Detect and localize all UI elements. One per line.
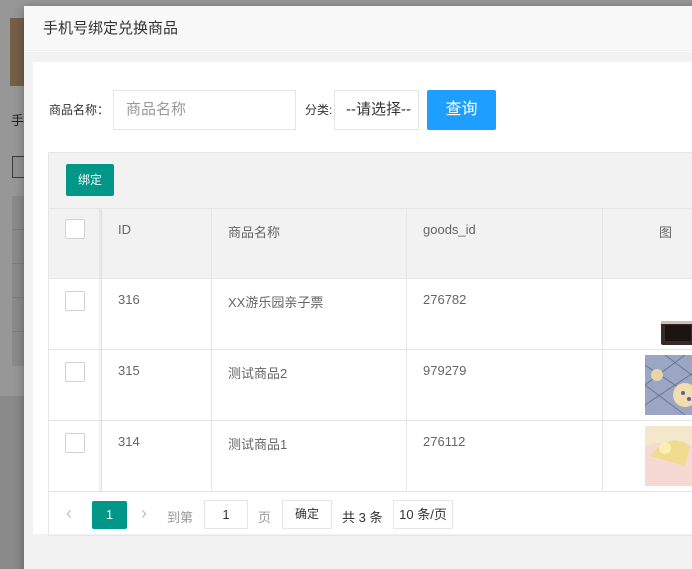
cell-goods-id: 979279 [407, 350, 603, 420]
header-id: ID [102, 209, 212, 278]
header-goods-name: 商品名称 [212, 209, 407, 278]
cell-goods-name: 测试商品1 [212, 421, 407, 491]
goto-confirm-button[interactable]: 确定 [282, 500, 332, 529]
cell-id: 315 [102, 350, 212, 420]
table-row[interactable]: 315 测试商品2 979279 [49, 350, 692, 421]
cell-goods-name: 测试商品2 [212, 350, 407, 420]
table-row[interactable]: 314 测试商品1 276112 [49, 421, 692, 492]
table-grid: ID 商品名称 goods_id 图 316 XX游乐园亲子票 276782 3… [49, 209, 692, 492]
bind-goods-dialog: 手机号绑定兑换商品 商品名称： 商品名称 分类: --请选择-- 查询 绑定 I… [24, 6, 692, 569]
cell-image [603, 421, 692, 491]
cake-image [645, 426, 692, 486]
header-image: 图 [659, 225, 673, 240]
bind-button[interactable]: 绑定 [66, 164, 114, 196]
prev-page-button[interactable]: ‹ [66, 503, 72, 524]
page-1-button[interactable]: 1 [92, 501, 127, 529]
pastry-tray-image [645, 355, 692, 415]
category-select[interactable]: --请选择-- [334, 90, 419, 130]
total-count: 共 3 条 [342, 510, 383, 525]
row-checkbox[interactable] [65, 362, 85, 382]
search-bar: 商品名称： 商品名称 分类: --请选择-- 查询 [33, 90, 692, 130]
row-checkbox-cell [49, 279, 102, 349]
dialog-title: 手机号绑定兑换商品 [24, 6, 692, 51]
category-label: 分类: [305, 103, 333, 117]
row-checkbox-cell [49, 421, 102, 491]
goods-table: 绑定 ID 商品名称 goods_id 图 316 XX游乐园亲子票 27678… [48, 152, 692, 536]
page-size-select[interactable]: 10 条/页 [393, 500, 453, 529]
fixed-column-shadow [99, 209, 103, 492]
row-checkbox[interactable] [65, 433, 85, 453]
toaster-oven-image [661, 321, 692, 345]
header-checkbox-cell [49, 209, 102, 278]
cell-goods-name: XX游乐园亲子票 [212, 279, 407, 349]
cell-id: 314 [102, 421, 212, 491]
goto-page-input[interactable]: 1 [204, 500, 248, 529]
goods-name-input[interactable]: 商品名称 [113, 90, 296, 130]
goto-label: 到第 [167, 510, 194, 525]
goods-name-label: 商品名称： [49, 103, 110, 117]
header-goods-id: goods_id [407, 209, 603, 278]
row-checkbox-cell [49, 350, 102, 420]
query-button[interactable]: 查询 [427, 90, 496, 130]
cell-image [603, 350, 692, 420]
cell-image [603, 279, 692, 349]
next-page-button[interactable]: › [141, 503, 147, 524]
cell-id: 316 [102, 279, 212, 349]
row-checkbox[interactable] [65, 291, 85, 311]
table-toolbar: 绑定 [49, 153, 692, 209]
dialog-content: 商品名称： 商品名称 分类: --请选择-- 查询 绑定 ID 商品名称 goo… [33, 62, 692, 536]
cell-goods-id: 276782 [407, 279, 603, 349]
table-row[interactable]: 316 XX游乐园亲子票 276782 [49, 279, 692, 350]
cell-goods-id: 276112 [407, 421, 603, 491]
table-header-row: ID 商品名称 goods_id 图 [49, 209, 692, 279]
background-footer [0, 396, 24, 569]
select-all-checkbox[interactable] [65, 219, 85, 239]
pagination: ‹ 1 › 到第 1 页 确定 共 3 条 10 条/页 [49, 493, 692, 537]
page-unit-label: 页 [258, 510, 272, 525]
dialog-body: 商品名称： 商品名称 分类: --请选择-- 查询 绑定 ID 商品名称 goo… [24, 52, 692, 569]
